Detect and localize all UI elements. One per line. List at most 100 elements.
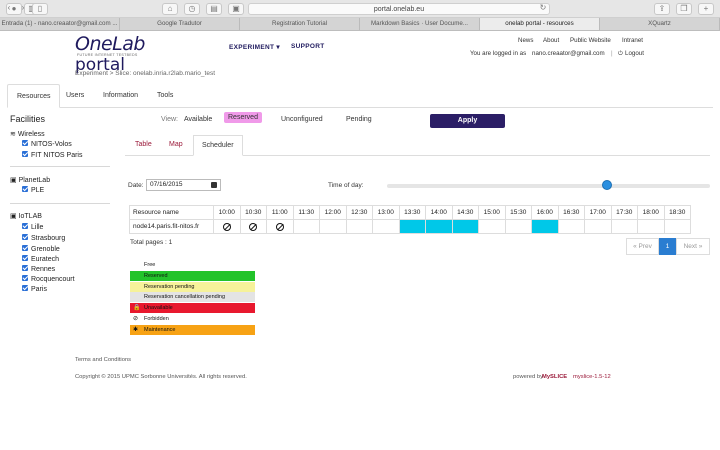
- print-icon[interactable]: ▤: [206, 3, 222, 15]
- facility-group-wireless[interactable]: ≋ Wireless: [10, 130, 45, 138]
- facility-label: Lille: [31, 224, 44, 231]
- apply-button[interactable]: Apply: [430, 114, 505, 128]
- link-news[interactable]: News: [518, 37, 533, 44]
- tab-scheduler[interactable]: Scheduler: [193, 135, 243, 156]
- facility-item[interactable]: FIT NITOS Paris: [22, 151, 82, 159]
- slot-free[interactable]: [345, 219, 373, 234]
- facility-item[interactable]: Rocquencourt: [22, 275, 75, 283]
- copyright: Copyright © 2015 UPMC Sorbonne Universit…: [75, 374, 247, 380]
- slot-free[interactable]: [372, 219, 400, 234]
- link-public-website[interactable]: Public Website: [570, 37, 611, 44]
- nav-support[interactable]: SUPPORT: [291, 43, 325, 50]
- slot-forbidden[interactable]: [239, 219, 267, 234]
- checkbox-icon[interactable]: [22, 245, 28, 252]
- sidebar-icon[interactable]: ▯: [32, 3, 48, 15]
- resource-name-header: Resource name: [129, 205, 214, 220]
- slot-forbidden[interactable]: [213, 219, 241, 234]
- version-link[interactable]: myslice-1.5-12: [573, 374, 611, 380]
- tab-tools[interactable]: Tools: [148, 84, 182, 108]
- date-input[interactable]: 07/16/2015: [146, 179, 221, 191]
- slot-free[interactable]: [478, 219, 506, 234]
- next-page-button[interactable]: Next »: [676, 238, 710, 255]
- facility-item[interactable]: PLE: [22, 186, 45, 194]
- checkbox-icon[interactable]: [22, 140, 28, 147]
- view-option-available[interactable]: Available: [184, 116, 212, 123]
- calendar-icon[interactable]: [211, 182, 217, 188]
- facility-group-planetlab[interactable]: ▣ PlanetLab: [10, 176, 50, 184]
- slot-reserved[interactable]: [531, 219, 559, 234]
- lock-icon: 🔒: [133, 305, 141, 312]
- checkbox-icon[interactable]: [22, 234, 28, 241]
- logged-in-label: You are logged in as: [470, 50, 527, 57]
- myslice-logo[interactable]: MySLICE: [542, 374, 567, 380]
- slot-reserved[interactable]: [425, 219, 453, 234]
- history-icon[interactable]: ◷: [184, 3, 200, 15]
- tab-resources[interactable]: Resources: [7, 84, 61, 108]
- address-bar[interactable]: portal.onelab.eu: [248, 3, 550, 15]
- forbidden-icon: [249, 222, 258, 231]
- facility-item[interactable]: Grenoble: [22, 245, 60, 253]
- slot-free[interactable]: [504, 219, 532, 234]
- tab-users[interactable]: Users: [57, 84, 93, 108]
- time-of-day-slider-handle[interactable]: [601, 180, 612, 190]
- forward-icon[interactable]: ›: [16, 3, 30, 15]
- view-option-pending[interactable]: Pending: [346, 116, 372, 123]
- link-intranet[interactable]: Intranet: [622, 37, 643, 44]
- facility-item[interactable]: Lille: [22, 223, 44, 231]
- slot-reserved[interactable]: [451, 219, 479, 234]
- facility-label: PLE: [31, 187, 45, 194]
- date-label: Date:: [128, 182, 144, 189]
- tab-map[interactable]: Map: [161, 135, 191, 156]
- extensions-icon[interactable]: ▣: [228, 3, 244, 15]
- facility-label: Paris: [31, 286, 47, 293]
- reload-icon[interactable]: ↻: [535, 3, 551, 15]
- view-option-unconfigured[interactable]: Unconfigured: [281, 116, 323, 123]
- tabs-overview-icon[interactable]: ❐: [676, 3, 692, 15]
- new-tab-icon[interactable]: +: [698, 3, 714, 15]
- slot-reserved[interactable]: [398, 219, 426, 234]
- time-of-day-slider[interactable]: [387, 184, 710, 188]
- checkbox-icon[interactable]: [22, 223, 28, 230]
- share-icon[interactable]: ⇪: [654, 3, 670, 15]
- home-icon[interactable]: ⌂: [162, 3, 178, 15]
- checkbox-icon[interactable]: [22, 285, 28, 292]
- browser-tab[interactable]: Google Tradutor: [120, 18, 240, 30]
- facility-item[interactable]: Euratech: [22, 255, 59, 263]
- slot-free[interactable]: [319, 219, 347, 234]
- checkbox-icon[interactable]: [22, 265, 28, 272]
- view-option-reserved[interactable]: Reserved: [224, 112, 262, 123]
- slot-free[interactable]: [557, 219, 585, 234]
- browser-tab[interactable]: Markdown Basics · User Docume...: [360, 18, 480, 30]
- slot-free[interactable]: [292, 219, 320, 234]
- slot-free[interactable]: [663, 219, 691, 234]
- browser-tab[interactable]: Entrada (1) - nano.creaator@gmail.com ..…: [0, 18, 120, 30]
- tab-table[interactable]: Table: [127, 135, 160, 156]
- facility-item[interactable]: Rennes: [22, 265, 55, 273]
- logout-link[interactable]: Logout: [625, 50, 644, 57]
- back-icon[interactable]: ‹: [2, 3, 16, 15]
- onelab-logo[interactable]: OneLab portal FUTURE INTERNET TESTBEDS: [75, 33, 185, 75]
- table-row: node14.paris.fit-nitos.fr: [129, 219, 691, 234]
- facilities-title: Facilities: [10, 114, 46, 124]
- nav-experiment[interactable]: EXPERIMENT ▾: [229, 43, 280, 51]
- browser-tab[interactable]: Registration Tutorial: [240, 18, 360, 30]
- terms-link[interactable]: Terms and Conditions: [75, 357, 131, 363]
- browser-tab[interactable]: XQuartz: [600, 18, 720, 30]
- slot-free[interactable]: [610, 219, 638, 234]
- checkbox-icon[interactable]: [22, 151, 28, 158]
- checkbox-icon[interactable]: [22, 275, 28, 282]
- slot-free[interactable]: [584, 219, 612, 234]
- checkbox-icon[interactable]: [22, 255, 28, 262]
- checkbox-icon[interactable]: [22, 186, 28, 193]
- prev-page-button[interactable]: « Prev: [626, 238, 659, 255]
- facility-item[interactable]: NITOS-Volos: [22, 140, 72, 148]
- link-about[interactable]: About: [543, 37, 559, 44]
- browser-tab-active[interactable]: onelab portal - resources: [480, 18, 600, 30]
- facility-group-iotlab[interactable]: ▣ IoTLAB: [10, 212, 42, 220]
- facility-item[interactable]: Paris: [22, 285, 47, 293]
- tab-information[interactable]: Information: [94, 84, 147, 108]
- slot-free[interactable]: [637, 219, 665, 234]
- facility-item[interactable]: Strasbourg: [22, 234, 65, 242]
- slot-forbidden[interactable]: [266, 219, 294, 234]
- page-1-button[interactable]: 1: [659, 238, 676, 255]
